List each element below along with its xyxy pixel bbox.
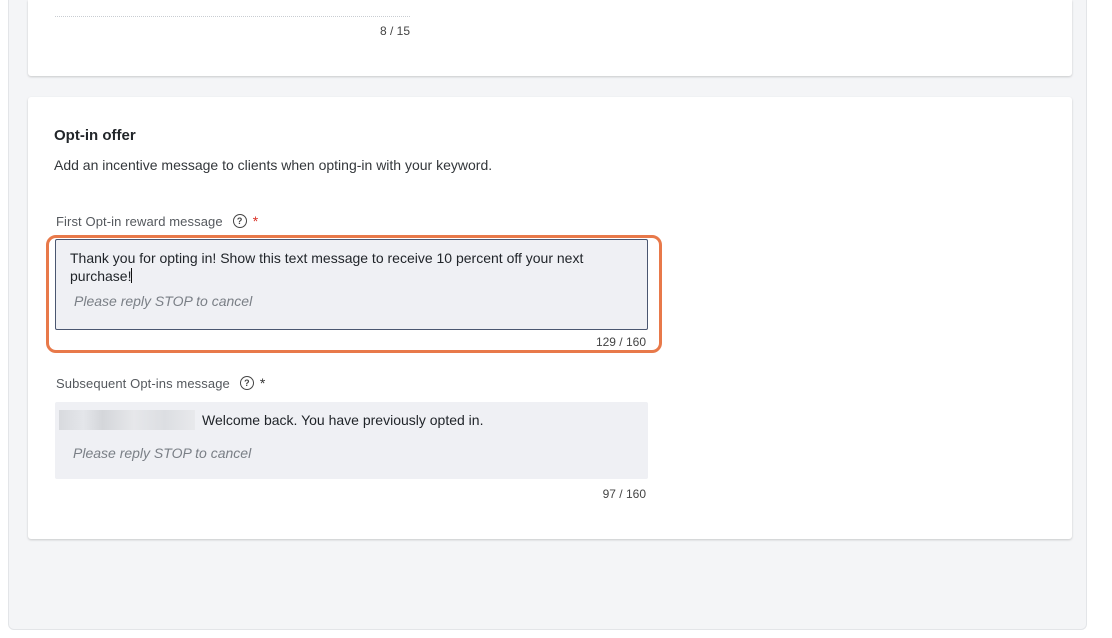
help-circle-icon[interactable]: ? [232, 214, 247, 228]
optin-offer-card: Opt-in offer Add an incentive message to… [28, 97, 1072, 539]
subsequent-optin-message-text[interactable]: Welcome back. You have previously opted … [202, 412, 483, 428]
char-counter: 8 / 15 [379, 24, 410, 38]
previous-section-card: 8 / 15 [28, 0, 1072, 76]
subsequent-optin-message-input[interactable]: Welcome back. You have previously opted … [55, 402, 648, 479]
section-title: Opt-in offer [54, 127, 136, 144]
subsequent-optin-label-text: Subsequent Opt-ins message [56, 375, 230, 391]
subsequent-optin-char-counter: 97 / 160 [602, 487, 646, 501]
first-optin-label-text: First Opt-in reward message [56, 213, 223, 229]
stop-footer-text: Please reply STOP to cancel [73, 445, 252, 461]
first-optin-message-input[interactable]: Thank you for opting in! Show this text … [55, 239, 648, 330]
first-optin-message-text[interactable]: Thank you for opting in! Show this text … [70, 249, 640, 285]
subsequent-optin-label: Subsequent Opt-ins message ? * [56, 375, 265, 391]
first-optin-char-counter: 129 / 160 [595, 335, 646, 349]
stop-footer-text: Please reply STOP to cancel [74, 293, 253, 309]
required-indicator: * [259, 375, 266, 391]
required-indicator: * [252, 213, 259, 229]
input-underline [55, 16, 410, 17]
help-circle-icon[interactable]: ? [239, 376, 254, 390]
text-cursor [131, 268, 133, 283]
redacted-business-name [59, 410, 195, 430]
first-optin-label: First Opt-in reward message ? * [56, 213, 258, 229]
section-description: Add an incentive message to clients when… [54, 157, 493, 173]
